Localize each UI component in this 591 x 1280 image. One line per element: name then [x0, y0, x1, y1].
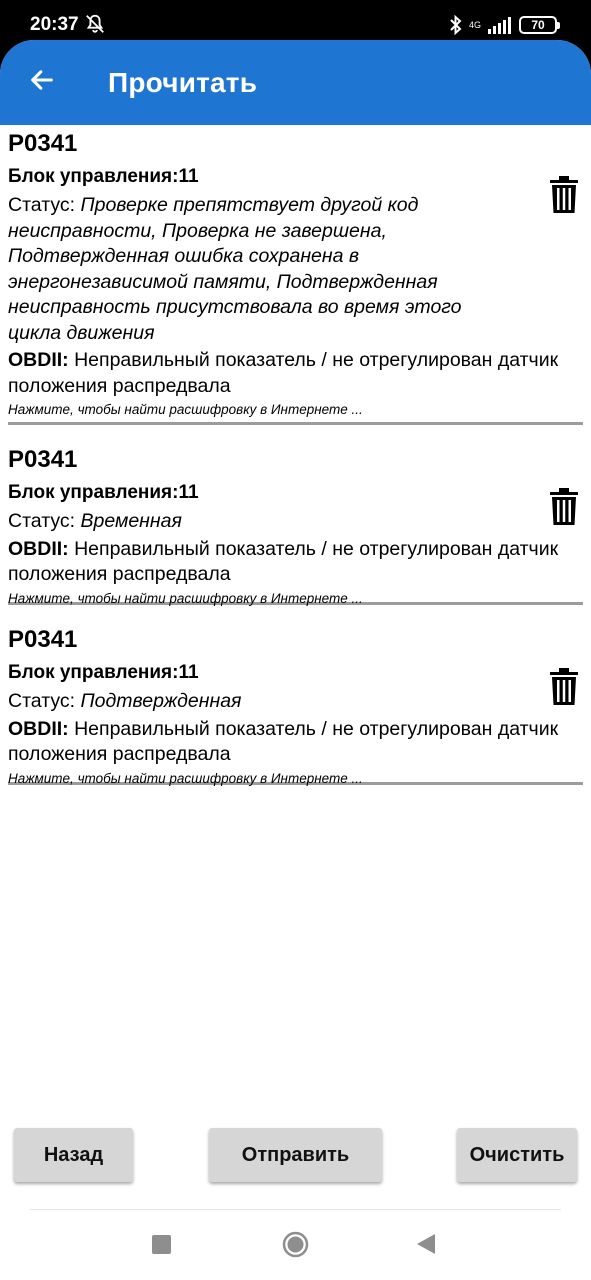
dtc-code: P0341: [8, 446, 78, 473]
obd-description: OBDII: Неправильный показатель / не отре…: [8, 537, 568, 588]
triangle-icon[interactable]: [416, 1233, 436, 1255]
obd-label: OBDII:: [8, 349, 69, 371]
battery-level: 70: [519, 16, 560, 34]
control-unit: Блок управления:11: [8, 166, 199, 187]
status-label: Статус:: [8, 690, 81, 712]
circle-icon[interactable]: [282, 1231, 309, 1258]
notifications-muted-icon: [86, 14, 104, 33]
obd-text: Неправильный показатель / не отрегулиров…: [8, 717, 559, 766]
nav-divider: [30, 1209, 561, 1210]
obd-label: OBDII:: [8, 717, 69, 740]
trash-icon[interactable]: [549, 668, 579, 706]
obd-text: Неправильный показатель / не отрегулиров…: [8, 349, 559, 397]
dtc-code: P0341: [8, 626, 78, 653]
app-screen: Прочитать P0341 Блок управления:11 Стату…: [0, 40, 591, 1280]
dtc-item[interactable]: P0341 Блок управления:11 Статус: Подтвер…: [8, 621, 583, 788]
signal-icon: [488, 17, 511, 34]
network-type: 4G: [468, 19, 481, 30]
obd-description: OBDII: Неправильный показатель / не отре…: [8, 717, 568, 768]
status-label: Статус:: [8, 194, 81, 216]
status-time: 20:37: [30, 14, 79, 35]
trash-icon[interactable]: [549, 488, 579, 526]
status-value: Временная: [80, 510, 182, 532]
trash-icon[interactable]: [549, 176, 579, 214]
search-online-link[interactable]: Нажмите, чтобы найти расшифровку в Интер…: [8, 590, 583, 608]
back-nav-button[interactable]: Назад: [14, 1128, 133, 1182]
back-button[interactable]: [22, 60, 62, 100]
status-value: Подтвержденная: [80, 690, 242, 712]
dtc-status: Статус: Подтвержденная: [8, 689, 508, 715]
bluetooth-icon: [450, 15, 462, 35]
status-label: Статус:: [8, 510, 81, 532]
obd-text: Неправильный показатель / не отрегулиров…: [8, 537, 559, 586]
dtc-item[interactable]: P0341 Блок управления:11 Статус: Временн…: [8, 441, 583, 608]
dtc-code: P0341: [8, 130, 78, 157]
send-button[interactable]: Отправить: [209, 1128, 382, 1182]
dtc-item[interactable]: P0341 Блок управления:11 Статус: Проверк…: [8, 125, 583, 425]
obd-label: OBDII:: [8, 537, 69, 560]
search-online-link[interactable]: Нажмите, чтобы найти расшифровку в Интер…: [8, 770, 583, 788]
search-online-link[interactable]: Нажмите, чтобы найти расшифровку в Интер…: [8, 401, 583, 419]
dtc-status: Статус: Временная: [8, 509, 508, 535]
control-unit: Блок управления:11: [8, 482, 199, 503]
control-unit: Блок управления:11: [8, 662, 199, 683]
status-value: Проверке препятствует другой код неиспра…: [8, 194, 462, 344]
status-icons: 4G 70: [449, 14, 560, 36]
arrow-left-icon: [31, 70, 53, 90]
clear-button[interactable]: Очистить: [457, 1128, 577, 1182]
page-title: Прочитать: [108, 67, 258, 98]
dtc-list: P0341 Блок управления:11 Статус: Проверк…: [8, 125, 583, 801]
square-icon[interactable]: [152, 1235, 171, 1254]
obd-description: OBDII: Неправильный показатель / не отре…: [8, 348, 568, 399]
dtc-status: Статус: Проверке препятствует другой код…: [8, 193, 508, 346]
app-bar: Прочитать: [0, 40, 591, 125]
